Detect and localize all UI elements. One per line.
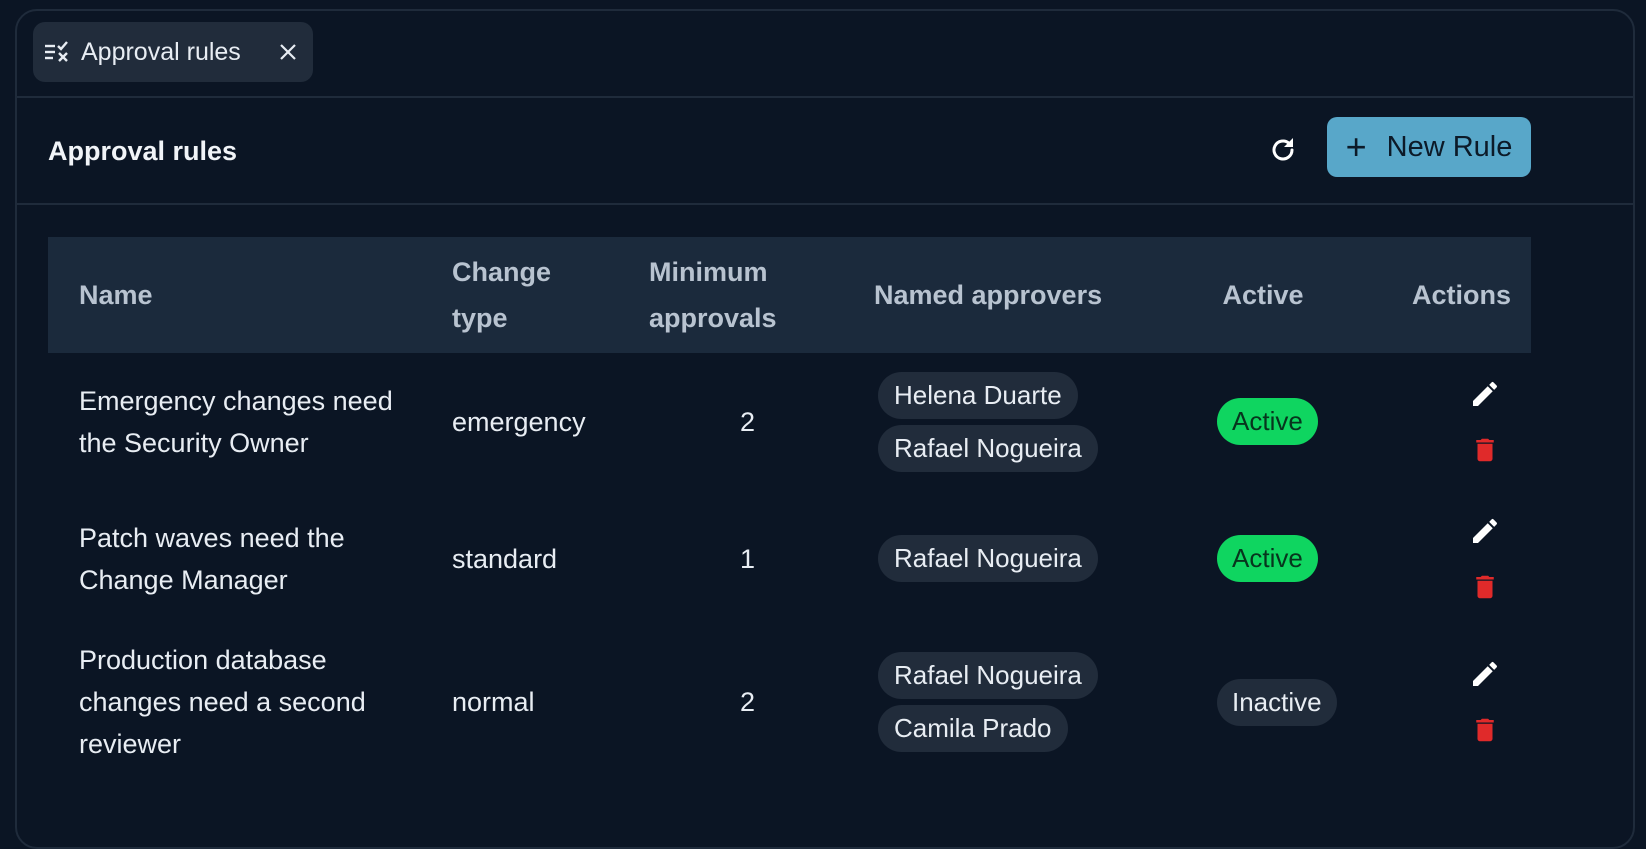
column-header-line: Change — [452, 257, 552, 287]
new-rule-button[interactable]: + New Rule — [1327, 117, 1531, 177]
approver-chip: Camila Prado — [878, 705, 1068, 752]
change-type: emergency — [452, 406, 586, 437]
rule-name-line: Patch waves need the — [79, 522, 345, 553]
tab-label: Approval rules — [81, 37, 241, 66]
panel-header: Approval rules + New Rule — [17, 98, 1633, 205]
active-cell: Active — [1149, 353, 1318, 490]
new-rule-label: New Rule — [1386, 130, 1513, 163]
rule-name-line: reviewer — [79, 729, 182, 759]
close-icon[interactable] — [273, 37, 303, 67]
rules-table: Name Change type Minimum approvals Named… — [48, 237, 1531, 777]
status-badge: Inactive — [1217, 678, 1337, 726]
column-header-name[interactable]: Name — [48, 237, 424, 353]
rule-name: Production database changes need a secon… — [48, 627, 424, 777]
rules-list-icon — [43, 38, 71, 66]
table-row: Patch waves need the Change Manager stan… — [48, 490, 1531, 627]
column-header-minimum-approvals[interactable]: Minimum approvals — [624, 237, 826, 353]
active-cell: Inactive — [1149, 627, 1337, 777]
column-header-line: approvals — [649, 303, 777, 333]
table-row: Emergency changes need the Security Owne… — [48, 353, 1531, 490]
rule-name: Emergency changes need the Security Owne… — [48, 353, 424, 490]
approval-rules-panel: Approval rules Approval rules + New Rule — [15, 9, 1635, 849]
actions-cell — [1309, 490, 1531, 627]
rule-name-line: Change Manager — [79, 564, 288, 595]
plus-icon: + — [1345, 126, 1367, 167]
delete-icon[interactable] — [1467, 710, 1503, 750]
named-approvers: Rafael Nogueira Camila Prado — [826, 627, 1149, 777]
page-title: Approval rules — [48, 136, 238, 166]
minimum-approvals: 2 — [739, 687, 756, 717]
column-header-line: Minimum — [649, 257, 768, 287]
actions-cell — [1309, 353, 1531, 490]
table-row: Production database changes need a secon… — [48, 627, 1531, 777]
delete-icon[interactable] — [1467, 430, 1503, 470]
edit-icon[interactable] — [1467, 511, 1503, 551]
column-header-active[interactable]: Active — [1149, 237, 1309, 353]
status-badge: Active — [1217, 535, 1318, 582]
change-type: standard — [452, 543, 558, 574]
rule-name: Patch waves need the Change Manager — [48, 490, 424, 627]
tab-bar: Approval rules — [17, 11, 1633, 98]
column-header-actions: Actions — [1412, 280, 1512, 310]
rule-name-line: changes need a second — [79, 687, 366, 717]
approver-chip: Rafael Nogueira — [878, 424, 1098, 472]
named-approvers: Rafael Nogueira — [826, 490, 1149, 627]
change-type: normal — [452, 687, 535, 717]
active-cell: Active — [1149, 490, 1318, 627]
column-header-change-type[interactable]: Change type — [424, 237, 624, 353]
status-badge: Active — [1217, 398, 1318, 445]
column-header-line: type — [452, 303, 508, 333]
approver-chip: Rafael Nogueira — [878, 652, 1098, 699]
rule-name-line: the Security Owner — [79, 427, 309, 458]
minimum-approvals: 2 — [739, 406, 756, 437]
refresh-icon[interactable] — [1265, 132, 1301, 168]
actions-cell — [1309, 627, 1531, 777]
edit-icon[interactable] — [1467, 654, 1503, 694]
tab-approval-rules[interactable]: Approval rules — [33, 22, 313, 82]
column-header-named-approvers[interactable]: Named approvers — [826, 237, 1149, 353]
table-header-row: Name Change type Minimum approvals Named… — [48, 237, 1531, 353]
minimum-approvals: 1 — [739, 543, 756, 574]
edit-icon[interactable] — [1467, 374, 1503, 414]
delete-icon[interactable] — [1467, 567, 1503, 607]
approver-chip: Rafael Nogueira — [878, 535, 1098, 582]
named-approvers: Helena Duarte Rafael Nogueira — [826, 353, 1149, 490]
rule-name-line: Production database — [79, 645, 327, 675]
rule-name-line: Emergency changes need — [79, 385, 393, 416]
approver-chip: Helena Duarte — [878, 371, 1078, 419]
